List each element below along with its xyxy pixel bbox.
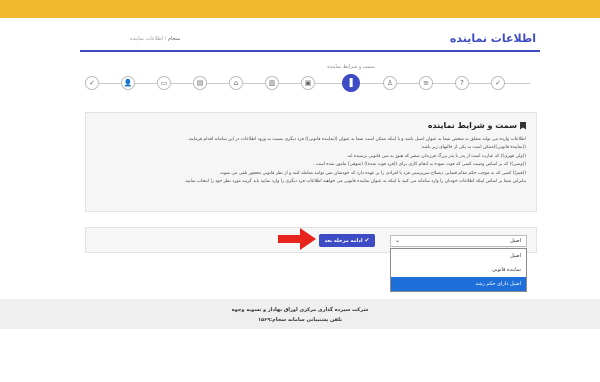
chevron-down-icon: ⌄ — [395, 237, 401, 244]
role-select[interactable]: اصیل ⌄ — [390, 235, 527, 247]
page-title: اطلاعات نماینده — [449, 32, 536, 45]
continue-button[interactable]: ✔ ادامه مرحله بعد — [319, 234, 375, 247]
breadcrumb-current: اطلاعات نماینده — [130, 36, 164, 42]
role-option-legal-representative[interactable]: نماینده قانونی — [391, 263, 526, 277]
check-icon: ✔ — [364, 237, 370, 244]
step-list-icon[interactable]: ≡ — [419, 76, 433, 90]
step-user-icon[interactable]: 👤 — [121, 76, 135, 90]
red-arrow-icon — [278, 228, 316, 250]
info-line-5: ((قیم)) کسی که به موجب حکم مقام قضایی ذی… — [219, 170, 526, 176]
step-done-check-icon[interactable]: ✓ — [85, 76, 99, 90]
info-line-3: ((ولی قهری)) که عبارت است از پدر یا پدر … — [346, 153, 526, 159]
role-option-original[interactable]: اصیل — [391, 249, 526, 263]
step-card-icon-2[interactable]: ▤ — [193, 76, 207, 90]
step-bookmark-icon[interactable]: ❚ — [342, 74, 360, 92]
step-person-icon[interactable]: ♙ — [383, 76, 397, 90]
info-line-1: اطلاعات وارده می تواند متعلق به شخص شما … — [187, 137, 526, 142]
footer-support-phone: تلفن پشتیبانی سامانه سجام:۱۵۶۹ — [257, 317, 343, 323]
info-title-row: سمت و شرایط نماینده — [96, 121, 526, 130]
role-dropdown-list: اصیل نماینده قانونی اصیل دارای حکم رشد — [390, 248, 527, 292]
representative-info-panel: سمت و شرایط نماینده اطلاعات وارده می توا… — [85, 112, 537, 212]
breadcrumb-home[interactable]: سجام — [168, 36, 180, 42]
top-banner — [0, 0, 600, 18]
wizard-stepper: سمت و شرایط نماینده ✓ 👤 ▭ ▤ ⌂ ▥ ▣ ❚ ♙ ≡ … — [80, 62, 540, 102]
bookmark-icon — [520, 121, 526, 130]
page-header: اطلاعات نماینده سجام / اطلاعات نماینده — [80, 30, 540, 52]
step-question-icon[interactable]: ? — [455, 76, 469, 90]
info-line-6: بنابراین شما بر اساس اینکه اطلاعات خودتا… — [184, 179, 526, 185]
info-line-4: ((وصی)) که بر اساس وصیت کسی که فوت نموده… — [312, 162, 526, 168]
breadcrumb-separator: / — [163, 36, 167, 42]
footer: شرکت سپرده گذاری مرکزی اوراق بهادار و تس… — [0, 299, 600, 329]
role-select-value: اصیل — [510, 238, 521, 244]
breadcrumb: سجام / اطلاعات نماینده — [130, 36, 180, 42]
step-briefcase-icon[interactable]: ▣ — [301, 76, 315, 90]
continue-button-label: ادامه مرحله بعد — [324, 237, 363, 244]
step-final-check-icon[interactable]: ✓ — [491, 76, 505, 90]
step-card-icon[interactable]: ▭ — [157, 76, 171, 90]
active-step-label: سمت و شرایط نماینده — [327, 64, 375, 70]
step-building-icon[interactable]: ▥ — [265, 76, 279, 90]
footer-company: شرکت سپرده گذاری مرکزی اوراق بهادار و تس… — [231, 307, 369, 313]
step-bank-icon[interactable]: ⌂ — [229, 76, 243, 90]
info-title: سمت و شرایط نماینده — [427, 121, 517, 130]
role-option-original-with-maturity[interactable]: اصیل دارای حکم رشد — [391, 277, 526, 291]
info-line-2: ((نماینده قانونی))ممکن است به یکی از حال… — [420, 145, 526, 151]
